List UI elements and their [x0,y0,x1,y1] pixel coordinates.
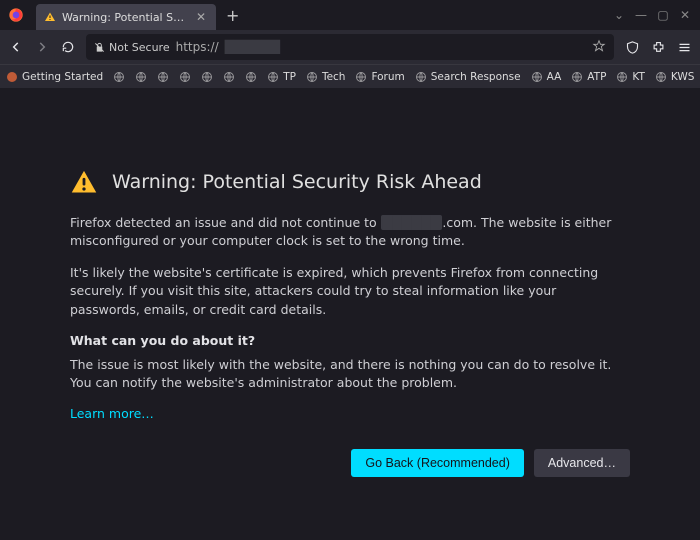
url-redacted: ██████ [225,40,280,54]
forward-button[interactable] [34,39,50,55]
tabs-dropdown-button[interactable]: ⌄ [614,8,624,22]
advanced-button[interactable]: Advanced… [534,449,630,477]
globe-icon [531,71,543,83]
globe-icon [223,71,235,83]
bookmark-tp[interactable]: TP [267,71,296,83]
warning-tab-icon [44,11,56,23]
firefox-icon [6,71,18,83]
not-secure-label: Not Secure [109,41,170,54]
globe-icon [355,71,367,83]
window-minimize-button[interactable]: — [636,8,646,22]
bookmark-item[interactable] [135,71,147,83]
bookmark-kws[interactable]: KWS [655,71,695,83]
learn-more-link[interactable]: Learn more… [70,406,154,421]
extensions-button[interactable] [650,39,666,55]
reload-button[interactable] [60,39,76,55]
bookmark-search-response[interactable]: Search Response [415,71,521,83]
page-title: Warning: Potential Security Risk Ahead [112,171,482,193]
bookmark-item[interactable] [223,71,235,83]
firefox-logo-icon [8,7,24,23]
bookmark-aa[interactable]: AA [531,71,562,83]
bookmark-forum[interactable]: Forum [355,71,404,83]
globe-icon [571,71,583,83]
bookmark-item[interactable] [157,71,169,83]
navigation-toolbar: Not Secure https:// ██████ [0,30,700,64]
bookmark-item[interactable] [201,71,213,83]
app-menu-button[interactable] [676,39,692,55]
error-description-3: The issue is most likely with the websit… [70,356,630,392]
globe-icon [135,71,147,83]
new-tab-button[interactable]: + [226,6,239,25]
window-close-button[interactable]: ✕ [680,8,690,22]
globe-icon [306,71,318,83]
url-scheme: https:// [176,40,219,54]
url-bar[interactable]: Not Secure https:// ██████ [86,34,614,60]
globe-icon [267,71,279,83]
globe-icon [245,71,257,83]
globe-icon [415,71,427,83]
bookmark-tech[interactable]: Tech [306,71,346,83]
back-button[interactable] [8,39,24,55]
go-back-button[interactable]: Go Back (Recommended) [351,449,524,477]
globe-icon [655,71,667,83]
titlebar: Warning: Potential Security Ris ✕ + ⌄ — … [0,0,700,30]
security-chip[interactable]: Not Secure [94,41,170,54]
bookmarks-toolbar: Getting Started TP Tech Forum Search Res… [0,64,700,88]
browser-tab[interactable]: Warning: Potential Security Ris ✕ [36,4,216,30]
globe-icon [616,71,628,83]
tab-close-button[interactable]: ✕ [194,10,208,24]
tab-title: Warning: Potential Security Ris [62,11,188,24]
bookmark-atp[interactable]: ATP [571,71,606,83]
bookmark-getting-started[interactable]: Getting Started [6,71,103,83]
warning-triangle-icon [70,168,98,196]
window-maximize-button[interactable]: ▢ [658,8,668,22]
bookmark-item[interactable] [113,71,125,83]
bookmark-kt[interactable]: KT [616,71,644,83]
shield-button[interactable] [624,39,640,55]
globe-icon [201,71,213,83]
error-page-content: Warning: Potential Security Risk Ahead F… [0,88,700,477]
globe-icon [157,71,169,83]
error-description-1: Firefox detected an issue and did not co… [70,214,630,250]
globe-icon [179,71,191,83]
globe-icon [113,71,125,83]
what-can-you-do-heading: What can you do about it? [70,333,630,348]
bookmark-item[interactable] [245,71,257,83]
bookmark-star-button[interactable] [592,39,606,56]
lock-strikethrough-icon [94,42,105,53]
bookmark-item[interactable] [179,71,191,83]
error-description-2: It's likely the website's certificate is… [70,264,630,318]
